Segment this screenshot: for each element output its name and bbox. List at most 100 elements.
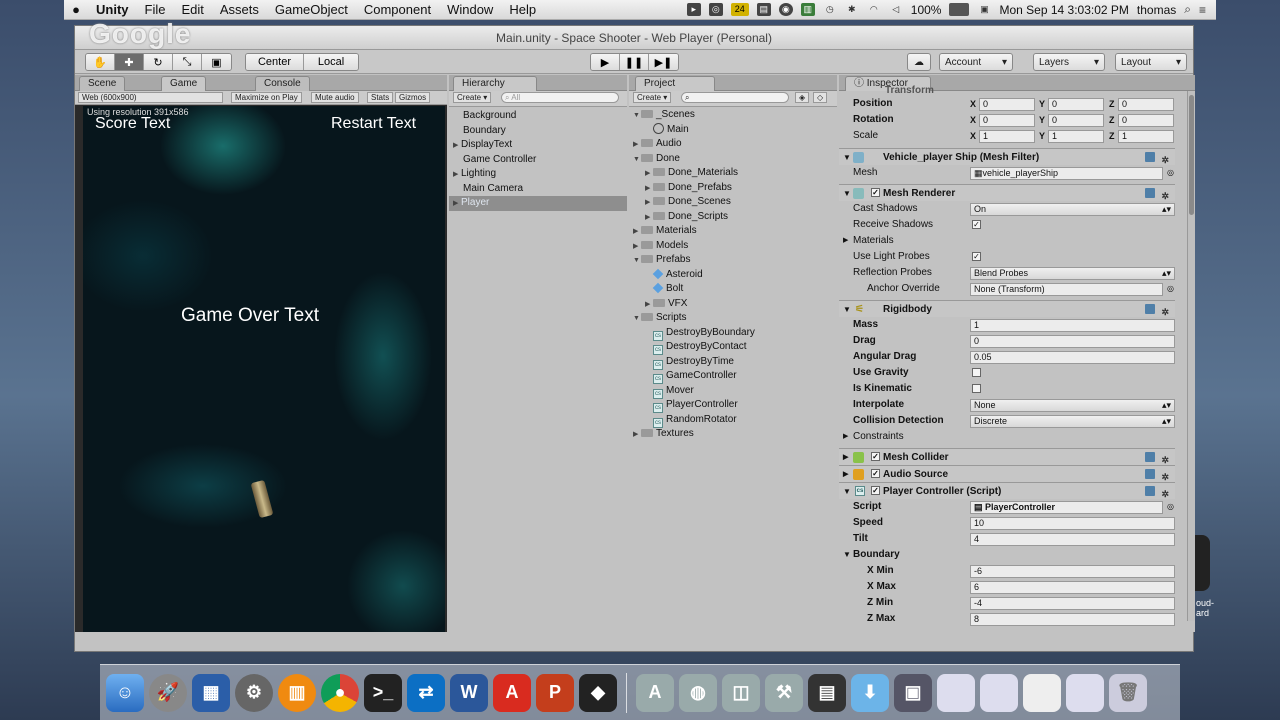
hand-tool-icon[interactable]: ✋ bbox=[86, 54, 115, 70]
project-item[interactable]: ▼ Done bbox=[629, 152, 837, 167]
expand-arrow-icon[interactable]: ▶ bbox=[453, 168, 461, 183]
position-z-field[interactable]: 0 bbox=[1118, 98, 1174, 111]
expand-arrow-icon[interactable]: ▶ bbox=[633, 428, 641, 443]
expand-arrow-icon[interactable]: ▼ bbox=[633, 312, 641, 327]
status-icon-4[interactable]: ◉ bbox=[778, 3, 793, 16]
applications-folder-icon[interactable]: A bbox=[636, 673, 674, 712]
project-item[interactable]: ▶ Audio bbox=[629, 137, 837, 152]
project-item[interactable]: Asteroid bbox=[629, 268, 837, 283]
filter-label-icon[interactable]: ◇ bbox=[813, 92, 828, 103]
expand-arrow-icon[interactable]: ▶ bbox=[843, 466, 848, 483]
rotation-x-field[interactable]: 0 bbox=[979, 114, 1035, 127]
user-name[interactable]: thomas bbox=[1137, 3, 1176, 17]
mesh-collider-header[interactable]: ▶ ✓ Mesh Collider ✲ bbox=[839, 448, 1175, 465]
mass-field[interactable]: 1 bbox=[970, 319, 1175, 332]
zmin-field[interactable]: -4 bbox=[970, 597, 1175, 610]
anchor-override-field[interactable]: None (Transform) bbox=[970, 283, 1163, 296]
menu-component[interactable]: Component bbox=[356, 2, 439, 17]
downloads-folder-icon[interactable]: ⬇ bbox=[851, 673, 889, 712]
gizmos-dropdown[interactable]: Gizmos bbox=[395, 92, 431, 103]
reflection-probes-dropdown[interactable]: Blend Probes ▴▾ bbox=[970, 267, 1175, 280]
inspector-scrollbar[interactable] bbox=[1187, 91, 1195, 621]
play-icon[interactable]: ▶ bbox=[591, 54, 620, 70]
speed-field[interactable]: 10 bbox=[970, 517, 1175, 530]
expand-arrow-icon[interactable]: ▶ bbox=[633, 138, 641, 153]
project-item[interactable]: ▶ Done_Materials bbox=[629, 166, 837, 181]
receive-shadows-checkbox[interactable]: ✓ bbox=[972, 220, 981, 229]
project-item[interactable]: ▶ Done_Scripts bbox=[629, 210, 837, 225]
mesh-collider-enable-checkbox[interactable]: ✓ bbox=[871, 452, 880, 461]
project-search-input[interactable]: ⌕ bbox=[681, 92, 789, 103]
ibooks-icon[interactable]: ▥ bbox=[278, 673, 316, 712]
notification-icon[interactable]: ≡ bbox=[1199, 3, 1206, 17]
expand-arrow-icon[interactable]: ▶ bbox=[645, 298, 653, 313]
audio-source-enable-checkbox[interactable]: ✓ bbox=[871, 469, 880, 478]
hierarchy-item[interactable]: ▶ Lighting bbox=[449, 167, 627, 182]
rotation-z-field[interactable]: 0 bbox=[1118, 114, 1174, 127]
terminal-icon[interactable]: >_ bbox=[364, 673, 402, 712]
object-picker-icon[interactable]: ◎ bbox=[1167, 281, 1174, 297]
mesh-filter-header[interactable]: ▼ Vehicle_player Ship (Mesh Filter) ✲ bbox=[839, 148, 1175, 165]
zmax-field[interactable]: 8 bbox=[970, 613, 1175, 626]
hierarchy-item-selected[interactable]: ▶ Player bbox=[449, 196, 627, 211]
cast-shadows-dropdown[interactable]: On ▴▾ bbox=[970, 203, 1175, 216]
tab-project[interactable]: Project bbox=[635, 76, 715, 91]
volume-icon[interactable]: ◁ bbox=[889, 3, 903, 16]
screenshots-folder-icon[interactable]: ◫ bbox=[722, 673, 760, 712]
project-item[interactable]: cs RandomRotator bbox=[629, 413, 837, 428]
flag-icon[interactable]: ▣ bbox=[977, 3, 991, 16]
minimized-window-4-icon[interactable] bbox=[1066, 673, 1104, 712]
document-stack-icon[interactable]: ▤ bbox=[808, 673, 846, 712]
game-viewport[interactable]: Using resolution 391x586 Score Text Rest… bbox=[83, 106, 445, 632]
account-dropdown[interactable]: Account ▾ bbox=[939, 53, 1013, 71]
chrome-icon[interactable]: ● bbox=[321, 673, 359, 712]
object-picker-icon[interactable]: ◎ bbox=[1167, 499, 1174, 515]
hierarchy-item[interactable]: Main Camera bbox=[449, 182, 627, 197]
battery-icon[interactable] bbox=[949, 3, 970, 16]
mesh-renderer-header[interactable]: ▼ ✓ Mesh Renderer ✲ bbox=[839, 184, 1175, 201]
project-item[interactable]: cs DestroyByContact bbox=[629, 340, 837, 355]
minimized-window-2-icon[interactable] bbox=[980, 673, 1018, 712]
expand-arrow-icon[interactable]: ▼ bbox=[843, 483, 851, 500]
minimized-window-3-icon[interactable] bbox=[1023, 673, 1061, 712]
expand-arrow-icon[interactable]: ▶ bbox=[645, 196, 653, 211]
tab-game[interactable]: Game bbox=[161, 76, 207, 91]
expand-arrow-icon[interactable]: ▶ bbox=[453, 197, 461, 212]
help-book-icon[interactable] bbox=[1145, 152, 1155, 162]
mesh-field[interactable]: ▦vehicle_playerShip bbox=[970, 167, 1163, 180]
player-controller-enable-checkbox[interactable]: ✓ bbox=[871, 486, 880, 495]
expand-arrow-icon[interactable]: ▼ bbox=[633, 109, 641, 124]
system-preferences-icon[interactable]: ⚙ bbox=[235, 673, 273, 712]
mesh-renderer-enable-checkbox[interactable]: ✓ bbox=[871, 188, 880, 197]
apple-icon[interactable]: ● bbox=[64, 2, 88, 17]
expand-arrow-icon[interactable]: ▶ bbox=[453, 139, 461, 154]
project-item[interactable]: ▶ Textures bbox=[629, 427, 837, 442]
word-icon[interactable]: W bbox=[450, 673, 488, 712]
status-icon-3[interactable]: ▤ bbox=[756, 3, 771, 16]
hierarchy-item[interactable]: Background bbox=[449, 109, 627, 124]
rect-tool-icon[interactable]: ▣ bbox=[202, 54, 231, 70]
powerpoint-icon[interactable]: P bbox=[536, 673, 574, 712]
tilt-field[interactable]: 4 bbox=[970, 533, 1175, 546]
position-x-field[interactable]: 0 bbox=[979, 98, 1035, 111]
stats-toggle[interactable]: Stats bbox=[367, 92, 394, 103]
dashboard-icon[interactable]: ▦ bbox=[192, 673, 230, 712]
expand-arrow-icon[interactable]: ▶ bbox=[843, 449, 848, 466]
use-gravity-checkbox[interactable] bbox=[972, 368, 981, 377]
recent-window-icon[interactable]: ▣ bbox=[894, 673, 932, 712]
constraints-row[interactable]: ▶ Constraints bbox=[839, 429, 1175, 445]
resolution-dropdown[interactable]: Web (600x900) bbox=[78, 92, 223, 103]
scale-y-field[interactable]: 1 bbox=[1048, 130, 1104, 143]
position-y-field[interactable]: 0 bbox=[1048, 98, 1104, 111]
help-book-icon[interactable] bbox=[1145, 188, 1155, 198]
scale-tool-icon[interactable]: ⤡ bbox=[173, 54, 202, 70]
project-item[interactable]: cs Mover bbox=[629, 384, 837, 399]
expand-arrow-icon[interactable]: ▼ bbox=[633, 153, 641, 168]
scale-z-field[interactable]: 1 bbox=[1118, 130, 1174, 143]
utilities-folder-icon[interactable]: ⚒ bbox=[765, 673, 803, 712]
tab-hierarchy[interactable]: Hierarchy bbox=[453, 76, 537, 91]
rigidbody-header[interactable]: ▼ ⚟ Rigidbody ✲ bbox=[839, 300, 1175, 317]
expand-arrow-icon[interactable]: ▶ bbox=[843, 233, 848, 249]
step-icon[interactable]: ▶❚ bbox=[649, 54, 678, 70]
pivot-center-button[interactable]: Center bbox=[246, 54, 304, 70]
